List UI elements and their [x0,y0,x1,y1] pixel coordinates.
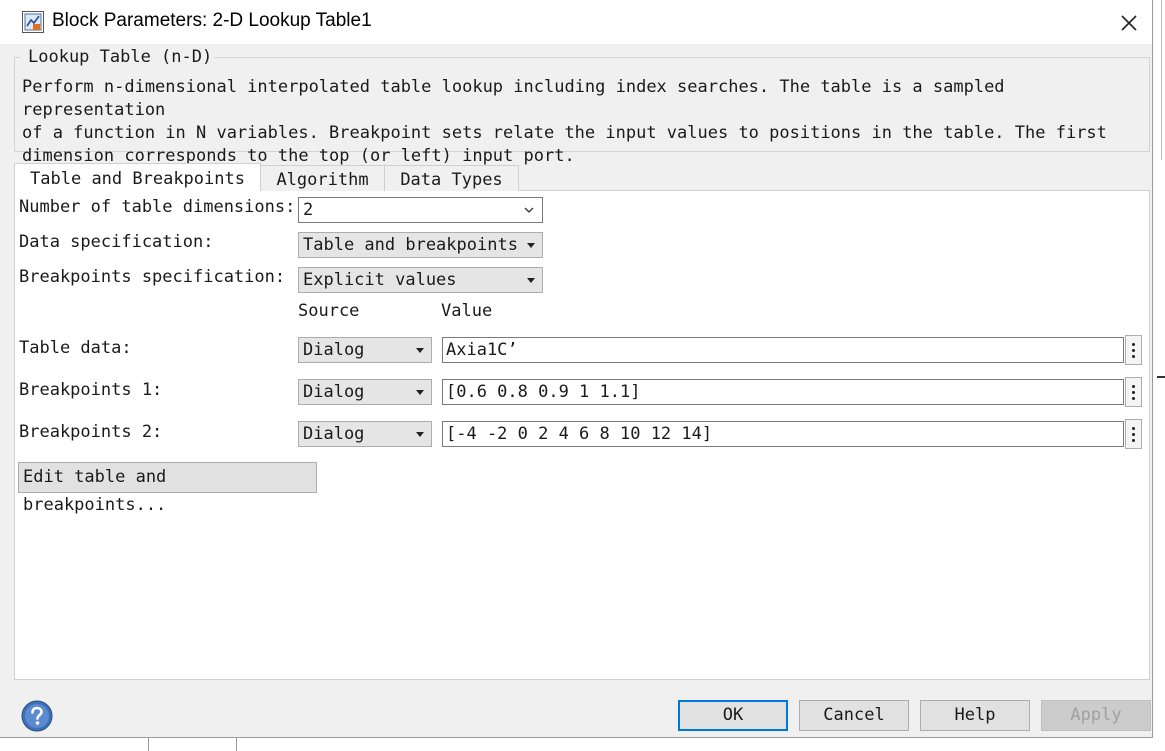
num-dims-dropdown[interactable]: 2 [298,197,543,223]
cancel-button[interactable]: Cancel [799,700,909,731]
background-divider [148,738,149,751]
dropdown-arrow-icon [527,243,535,248]
block-description: Perform n-dimensional interpolated table… [22,77,1107,166]
breakpoints1-more-button[interactable] [1125,377,1142,407]
table-data-source-dropdown[interactable]: Dialog [298,337,432,363]
bp-spec-dropdown[interactable]: Explicit values [298,267,543,293]
chevron-down-icon [524,207,534,213]
vertical-ellipsis-icon [1132,439,1135,442]
vertical-ellipsis-icon [1132,391,1135,394]
window-title: Block Parameters: 2-D Lookup Table1 [52,10,372,31]
bp-spec-value: Explicit values [303,270,457,290]
dropdown-arrow-icon [416,432,424,437]
dropdown-arrow-icon [416,348,424,353]
tab-algorithm[interactable]: Algorithm [260,165,385,191]
close-icon[interactable] [1116,10,1142,36]
block-parameters-dialog: Block Parameters: 2-D Lookup Table1 Look… [0,0,1153,738]
background-port-mark [1157,376,1165,378]
num-dims-label: Number of table dimensions: [19,197,296,217]
vertical-ellipsis-icon [1132,355,1135,358]
num-dims-value: 2 [303,200,314,220]
breakpoints1-field[interactable]: [0.6 0.8 0.9 1 1.1] [442,379,1124,405]
vertical-ellipsis-icon [1132,343,1135,346]
help-question-icon[interactable] [21,700,53,732]
table-data-source: Dialog [303,340,365,360]
dropdown-arrow-icon [416,390,424,395]
vertical-ellipsis-icon [1132,349,1135,352]
breakpoints1-source: Dialog [303,382,365,402]
data-spec-label: Data specification: [19,232,214,252]
breakpoints1-source-dropdown[interactable]: Dialog [298,379,432,405]
breakpoints2-more-button[interactable] [1125,419,1142,449]
vertical-ellipsis-icon [1132,385,1135,388]
breakpoints2-label: Breakpoints 2: [19,422,163,442]
taskbar-background [0,738,1165,751]
table-data-label: Table data: [19,338,132,358]
apply-button[interactable]: Apply [1041,700,1151,731]
ok-button[interactable]: OK [678,700,788,731]
breakpoints2-field[interactable]: [-4 -2 0 2 4 6 8 10 12 14] [442,421,1124,447]
simulink-block-icon [22,11,44,33]
background-divider [1161,0,1162,160]
value-header: Value [441,301,493,321]
dropdown-arrow-icon [527,278,535,283]
vertical-ellipsis-icon [1132,433,1135,436]
breakpoints2-source-dropdown[interactable]: Dialog [298,421,432,447]
vertical-ellipsis-icon [1132,397,1135,400]
vertical-ellipsis-icon [1132,427,1135,430]
table-data-more-button[interactable] [1125,335,1142,365]
group-border [210,57,1150,58]
help-button[interactable]: Help [920,700,1030,731]
data-spec-value: Table and breakpoints [303,235,518,255]
bp-spec-label: Breakpoints specification: [19,267,286,287]
tab-data-types[interactable]: Data Types [384,165,519,191]
edit-table-button[interactable]: Edit table and breakpoints... [18,462,317,515]
group-title: Lookup Table (n-D) [26,47,215,67]
group-border [14,57,20,58]
table-data-field[interactable]: Axia1C’ [442,337,1124,363]
source-header: Source [298,301,360,321]
breakpoints1-label: Breakpoints 1: [19,380,163,400]
data-spec-dropdown[interactable]: Table and breakpoints [298,232,543,258]
breakpoints2-source: Dialog [303,424,365,444]
background-divider [236,738,237,751]
tab-table-and-breakpoints[interactable]: Table and Breakpoints [14,163,261,191]
